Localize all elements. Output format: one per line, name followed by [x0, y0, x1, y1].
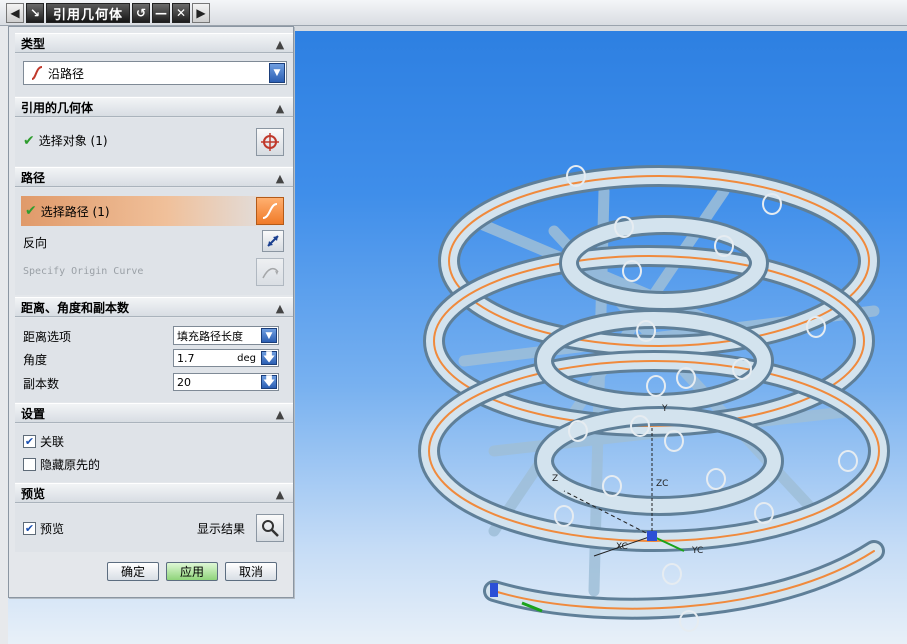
checkmark-icon: ✔: [23, 132, 35, 149]
section-ref-geometry-title: 引用的几何体: [21, 100, 94, 115]
reverse-arrows-icon: [265, 233, 281, 249]
chevron-down-icon[interactable]: ▼: [261, 328, 277, 343]
section-preview-header[interactable]: 预览 ▲: [15, 483, 293, 503]
preview-checkbox-row[interactable]: ✔ 预览: [23, 520, 64, 537]
chevron-down-icon[interactable]: ▼: [269, 63, 285, 83]
reverse-direction-button[interactable]: [262, 230, 284, 252]
associative-checkbox-row[interactable]: ✔ 关联: [23, 433, 64, 450]
angle-input[interactable]: 1.7 deg 🡇: [173, 349, 279, 367]
left-margin: [0, 26, 8, 644]
dialog-title: 引用几何体: [46, 3, 131, 23]
specify-origin-curve-label: Specify Origin Curve: [23, 266, 144, 277]
collapse-left-icon[interactable]: ◀: [6, 3, 24, 23]
checkmark-icon: ✔: [25, 203, 37, 219]
section-type-title: 类型: [21, 36, 46, 51]
origin-curve-icon: [260, 262, 280, 282]
chevron-up-icon[interactable]: ▲: [271, 485, 289, 503]
crosshair-icon: [260, 132, 280, 152]
select-path-row[interactable]: ✔ 选择路径 (1): [21, 196, 285, 226]
section-ref-geometry-header[interactable]: 引用的几何体 ▲: [15, 97, 293, 117]
graphics-viewport[interactable]: Y ZC Z XC YC: [294, 31, 907, 644]
chevron-up-icon[interactable]: ▲: [271, 169, 289, 187]
section-preview-body: ✔ 预览 显示结果: [15, 504, 293, 552]
section-distance-header[interactable]: 距离、角度和副本数 ▲: [15, 297, 293, 317]
copies-value: 20: [177, 375, 191, 389]
angle-label: 角度: [23, 353, 48, 367]
section-distance-body: 距离选项 填充路径长度 ▼ 角度 1.7 deg 🡇 副本数 20 🡇: [15, 318, 293, 402]
copies-input[interactable]: 20 🡇: [173, 373, 279, 391]
distance-option-value: 填充路径长度: [177, 329, 243, 343]
section-type-body: 沿路径 ▼: [15, 54, 293, 96]
hide-original-checkbox[interactable]: [23, 458, 36, 471]
preview-checkbox[interactable]: ✔: [23, 522, 36, 535]
arrow-down-icon[interactable]: 🡇: [261, 374, 277, 389]
distance-option-label: 距离选项: [23, 330, 72, 344]
select-object-label: 选择对象 (1): [38, 134, 108, 148]
associative-label: 关联: [40, 435, 65, 449]
specify-origin-curve-button[interactable]: [256, 258, 284, 286]
ok-button[interactable]: 确定: [107, 562, 159, 581]
arrow-down-icon[interactable]: 🡇: [261, 350, 277, 365]
hide-original-checkbox-row[interactable]: 隐藏原先的: [23, 456, 100, 473]
hide-original-label: 隐藏原先的: [40, 458, 101, 472]
select-object-button[interactable]: [256, 128, 284, 156]
chevron-up-icon[interactable]: ▲: [271, 405, 289, 423]
magnifier-icon: [260, 518, 280, 538]
section-preview-title: 预览: [21, 486, 46, 501]
dialog-menu-icon[interactable]: ↘: [26, 3, 44, 23]
section-settings-title: 设置: [21, 406, 46, 421]
reverse-label: 反向: [23, 236, 48, 250]
apply-button[interactable]: 应用: [166, 562, 218, 581]
distance-option-dropdown[interactable]: 填充路径长度 ▼: [173, 326, 279, 345]
section-settings-header[interactable]: 设置 ▲: [15, 403, 293, 423]
angle-value: 1.7: [177, 351, 195, 365]
section-type-header[interactable]: 类型 ▲: [15, 33, 293, 53]
reference-geometry-dialog: 类型 ▲ 沿路径 ▼ 引用的几何体 ▲ ✔ 选择对象 (1) 路径 ▲ ✔ 选择…: [8, 26, 294, 598]
section-path-header[interactable]: 路径 ▲: [15, 167, 293, 187]
coil-model-render: Y ZC Z XC YC: [418, 165, 890, 632]
angle-unit: deg: [237, 352, 256, 364]
select-object-row[interactable]: ✔ 选择对象 (1): [23, 132, 108, 149]
section-ref-geometry-body: ✔ 选择对象 (1): [15, 118, 293, 166]
select-path-button[interactable]: [256, 197, 284, 225]
select-path-label: 选择路径 (1): [40, 204, 110, 219]
expand-right-icon[interactable]: ▶: [192, 3, 211, 23]
close-icon[interactable]: ✕: [172, 3, 191, 23]
section-path-title: 路径: [21, 170, 46, 185]
show-result-button[interactable]: [256, 514, 284, 542]
associative-checkbox[interactable]: ✔: [23, 435, 36, 448]
reset-icon[interactable]: ↺: [132, 3, 151, 23]
cancel-button[interactable]: 取消: [225, 562, 277, 581]
section-settings-body: ✔ 关联 隐藏原先的: [15, 424, 293, 482]
axis-label-xc: XC: [616, 542, 628, 552]
curve-path-icon: [260, 201, 280, 221]
chevron-up-icon[interactable]: ▲: [271, 99, 289, 117]
chevron-up-icon[interactable]: ▲: [271, 299, 289, 317]
chevron-up-icon[interactable]: ▲: [271, 35, 289, 53]
axis-label-yc: YC: [691, 546, 703, 556]
minimize-icon[interactable]: —: [152, 3, 171, 23]
dialog-titlebar: ◀ ↘ 引用几何体 ↺ — ✕ ▶: [6, 2, 211, 24]
type-dropdown-value: 沿路径: [48, 66, 85, 81]
copies-label: 副本数: [23, 377, 60, 391]
type-dropdown[interactable]: 沿路径 ▼: [23, 61, 287, 85]
axis-label-y: Y: [661, 404, 668, 414]
section-distance-title: 距离、角度和副本数: [21, 300, 130, 315]
curve-path-icon: [30, 65, 44, 81]
section-path-body: ✔ 选择路径 (1) 反向 Specify Origin Curve: [15, 188, 293, 295]
preview-label: 预览: [40, 522, 65, 536]
axis-label-z: Z: [552, 474, 558, 484]
show-result-label: 显示结果: [197, 522, 246, 536]
axis-label-zc: ZC: [656, 479, 668, 489]
